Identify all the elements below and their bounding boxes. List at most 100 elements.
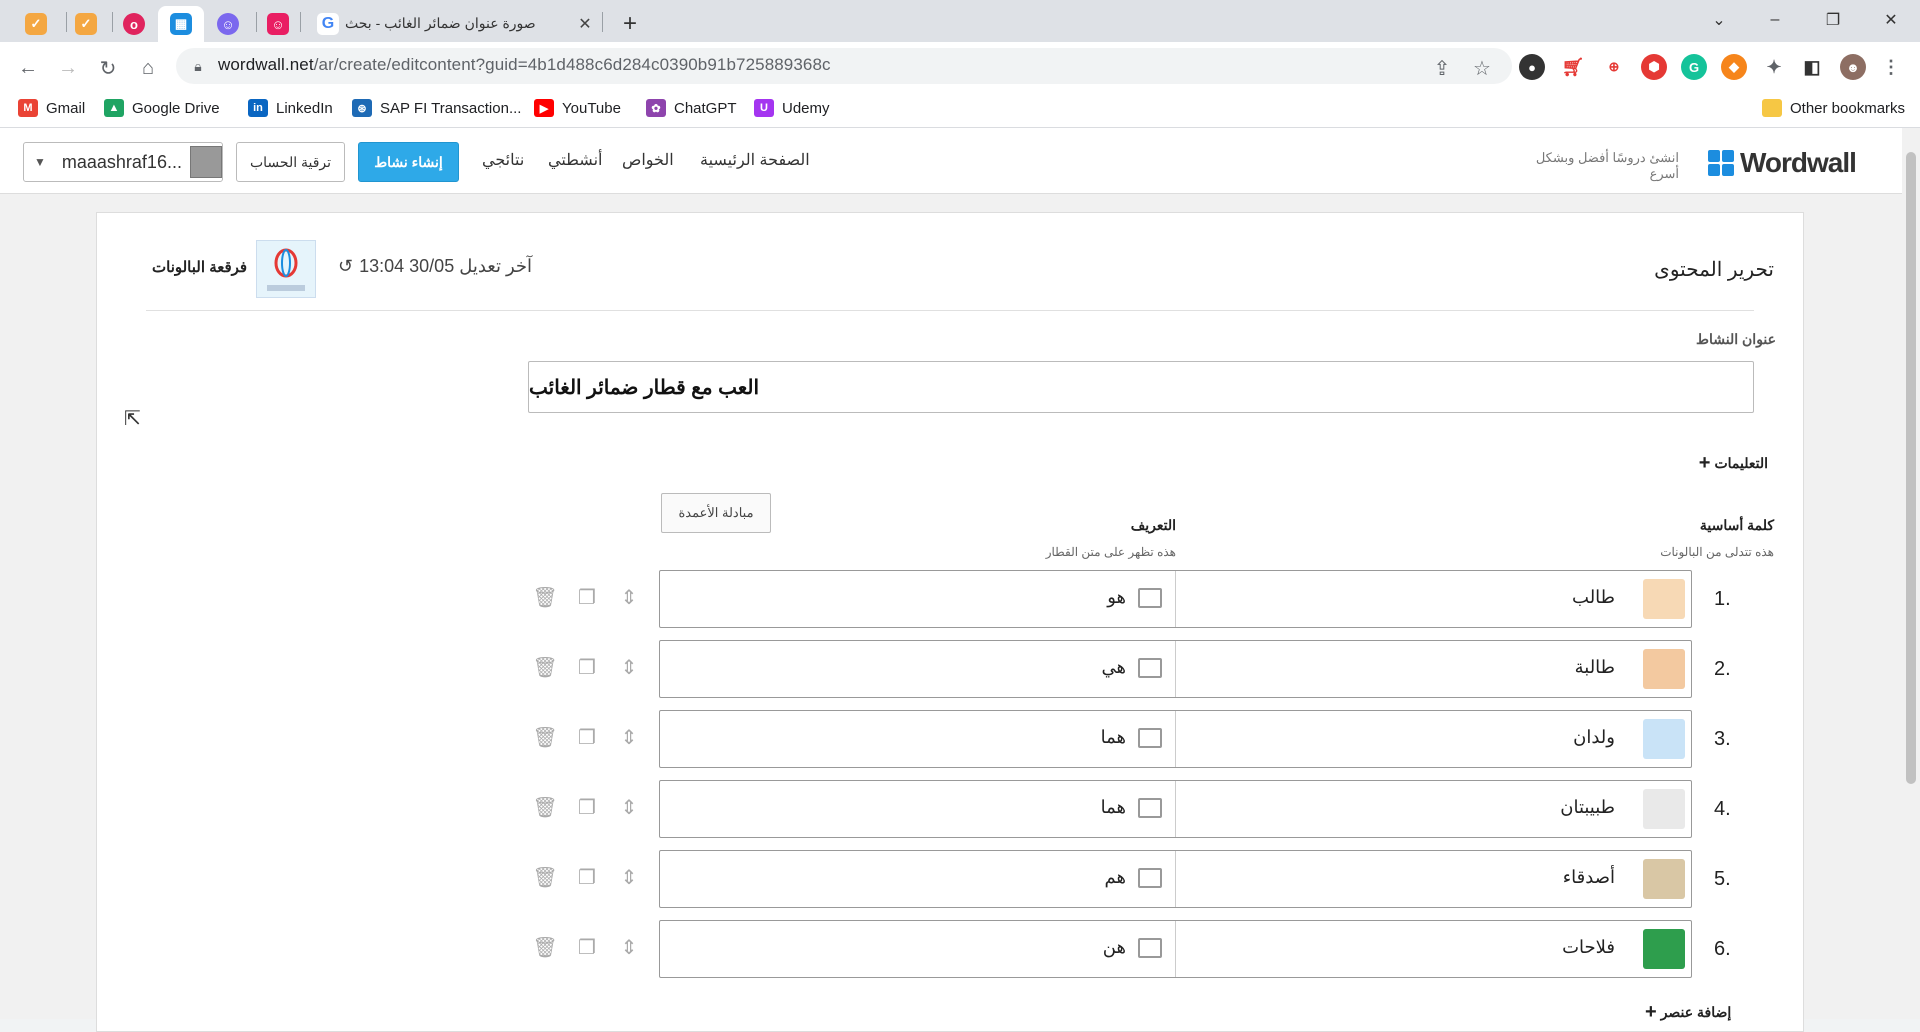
tab-close-icon[interactable]: ✕ — [574, 6, 596, 42]
lock-icon[interactable]: 🔒︎ — [182, 50, 214, 82]
bookmark-chatgpt[interactable]: ✿ ChatGPT — [646, 96, 737, 120]
adblock-extension-icon[interactable]: ⬢ — [1641, 54, 1667, 80]
tab-3[interactable]: o — [120, 6, 148, 42]
add-image-icon[interactable] — [1138, 938, 1162, 958]
cart-extension-icon[interactable]: 🛒︎ — [1560, 54, 1586, 80]
reorder-arrows-icon[interactable]: ⇕ — [618, 656, 640, 679]
keyword-input[interactable]: طالبة — [1575, 657, 1615, 678]
minimize-icon[interactable]: – — [1750, 0, 1800, 40]
template-thumbnail[interactable] — [256, 240, 316, 298]
add-image-icon[interactable] — [1138, 588, 1162, 608]
duplicate-icon[interactable]: ❐ — [576, 796, 598, 819]
extension-3-icon[interactable]: ⊕ — [1601, 54, 1627, 80]
definition-input[interactable]: هما — [1086, 797, 1126, 818]
tab-1[interactable]: ✓ — [20, 6, 52, 42]
nav-features[interactable]: الخواص — [622, 150, 674, 170]
restore-icon[interactable]: ❐ — [1808, 0, 1858, 40]
reorder-arrows-icon[interactable]: ⇕ — [618, 866, 640, 889]
duplicate-icon[interactable]: ❐ — [576, 656, 598, 679]
keyword-input[interactable]: طبيبتان — [1560, 797, 1615, 818]
tab-6[interactable]: ☺ — [264, 6, 292, 42]
add-image-icon[interactable] — [1138, 868, 1162, 888]
row-actions: 🗑︎ ❐ ⇕ — [532, 656, 640, 679]
keyword-image[interactable] — [1643, 859, 1685, 899]
tab-separator — [66, 12, 67, 32]
nav-my-results[interactable]: نتائجي — [482, 150, 524, 170]
tab-wordwall-active[interactable]: ▦ — [158, 6, 204, 42]
duplicate-icon[interactable]: ❐ — [576, 586, 598, 609]
reorder-arrows-icon[interactable]: ⇕ — [618, 586, 640, 609]
other-bookmarks[interactable]: Other bookmarks — [1762, 96, 1905, 120]
nav-home[interactable]: الصفحة الرئيسية — [700, 150, 810, 170]
definition-input[interactable]: هم — [1086, 867, 1126, 888]
metamask-extension-icon[interactable]: ◆ — [1721, 54, 1747, 80]
keyword-input[interactable]: أصدقاء — [1563, 867, 1615, 888]
reorder-arrows-icon[interactable]: ⇕ — [618, 796, 640, 819]
bookmark-linkedin[interactable]: in LinkedIn — [248, 96, 333, 120]
definition-input[interactable]: هي — [1086, 657, 1127, 678]
nav-my-activities[interactable]: أنشطتي — [548, 150, 602, 170]
tab-2[interactable]: ✓ — [70, 6, 102, 42]
add-image-icon[interactable] — [1138, 728, 1162, 748]
extensions-puzzle-icon[interactable]: ✦ — [1761, 54, 1787, 80]
keyword-input[interactable]: ولدان — [1573, 727, 1615, 748]
sidepanel-icon[interactable]: ◧ — [1799, 54, 1825, 80]
tab-title[interactable]: صورة عنوان ضمائر الغائب - بحث — [345, 8, 585, 38]
bookmark-udemy[interactable]: U Udemy — [754, 96, 830, 120]
page-scrollbar[interactable] — [1902, 128, 1920, 1019]
swap-columns-button[interactable]: مبادلة الأعمدة — [661, 493, 771, 533]
tab-5[interactable]: ☺ — [214, 6, 242, 42]
reorder-arrows-icon[interactable]: ⇕ — [618, 726, 640, 749]
keyword-input[interactable]: فلاحات — [1562, 937, 1615, 958]
share-icon[interactable]: ⇪ — [1426, 52, 1458, 84]
profile-avatar-icon[interactable]: ☻ — [1840, 54, 1866, 80]
trash-icon[interactable]: 🗑︎ — [532, 936, 557, 959]
trash-icon[interactable]: 🗑︎ — [532, 866, 557, 889]
keyword-image[interactable] — [1643, 649, 1685, 689]
bookmark-gmail[interactable]: M Gmail — [18, 96, 85, 120]
url-text[interactable]: wordwall.net/ar/create/editcontent?guid=… — [218, 55, 831, 75]
user-menu[interactable]: ▼ maaashraf16... — [23, 142, 223, 182]
grammarly-extension-icon[interactable]: G — [1681, 54, 1707, 80]
trash-icon[interactable]: 🗑︎ — [532, 796, 557, 819]
row-actions: 🗑︎ ❐ ⇕ — [532, 796, 640, 819]
keyword-image[interactable] — [1643, 789, 1685, 829]
template-name[interactable]: فرقعة البالونات — [152, 258, 247, 276]
bookmark-youtube[interactable]: ▶ YouTube — [534, 96, 621, 120]
keyword-image[interactable] — [1643, 579, 1685, 619]
trash-icon[interactable]: 🗑︎ — [532, 726, 557, 749]
duplicate-icon[interactable]: ❐ — [576, 936, 598, 959]
add-image-icon[interactable] — [1138, 798, 1162, 818]
home-icon[interactable]: ⌂ — [132, 52, 164, 84]
bookmark-star-icon[interactable]: ☆ — [1466, 52, 1498, 84]
instructions-toggle[interactable]: التعليمات + — [1699, 452, 1768, 475]
duplicate-icon[interactable]: ❐ — [576, 726, 598, 749]
definition-input[interactable]: هما — [1086, 727, 1126, 748]
upgrade-account-button[interactable]: ترقية الحساب — [236, 142, 345, 182]
trash-icon[interactable]: 🗑︎ — [532, 586, 557, 609]
menu-kebab-icon[interactable]: ⋮ — [1878, 54, 1904, 80]
keyword-image[interactable] — [1643, 719, 1685, 759]
new-tab-icon[interactable]: + — [616, 6, 644, 42]
definition-input[interactable]: هن — [1086, 937, 1126, 958]
add-image-icon[interactable] — [1138, 658, 1162, 678]
wordwall-logo[interactable]: Wordwall — [1708, 147, 1857, 179]
ninja-extension-icon[interactable]: ● — [1519, 54, 1545, 80]
bookmark-google-drive[interactable]: ▲ Google Drive — [104, 96, 220, 120]
forward-icon[interactable]: → — [52, 52, 84, 84]
bookmark-sap-fi-transaction[interactable]: ⊛ SAP FI Transaction... — [352, 96, 521, 120]
keyword-input[interactable]: طالب — [1572, 587, 1615, 608]
activity-title-input[interactable]: العب مع قطار ضمائر الغائب — [528, 361, 1754, 413]
tab-search-icon[interactable]: ⌄ — [1694, 0, 1744, 40]
duplicate-icon[interactable]: ❐ — [576, 866, 598, 889]
reorder-arrows-icon[interactable]: ⇕ — [618, 936, 640, 959]
scrollbar-thumb[interactable] — [1906, 152, 1916, 784]
trash-icon[interactable]: 🗑︎ — [532, 656, 557, 679]
back-icon[interactable]: ← — [12, 52, 44, 84]
keyword-image[interactable] — [1643, 929, 1685, 969]
reload-icon[interactable]: ↻ — [92, 52, 124, 84]
create-activity-button[interactable]: إنشاء نشاط — [358, 142, 459, 182]
add-item-button[interactable]: إضافة عنصر + — [1645, 1001, 1731, 1024]
definition-input[interactable]: هو — [1086, 587, 1126, 608]
close-window-icon[interactable]: ✕ — [1866, 0, 1916, 40]
